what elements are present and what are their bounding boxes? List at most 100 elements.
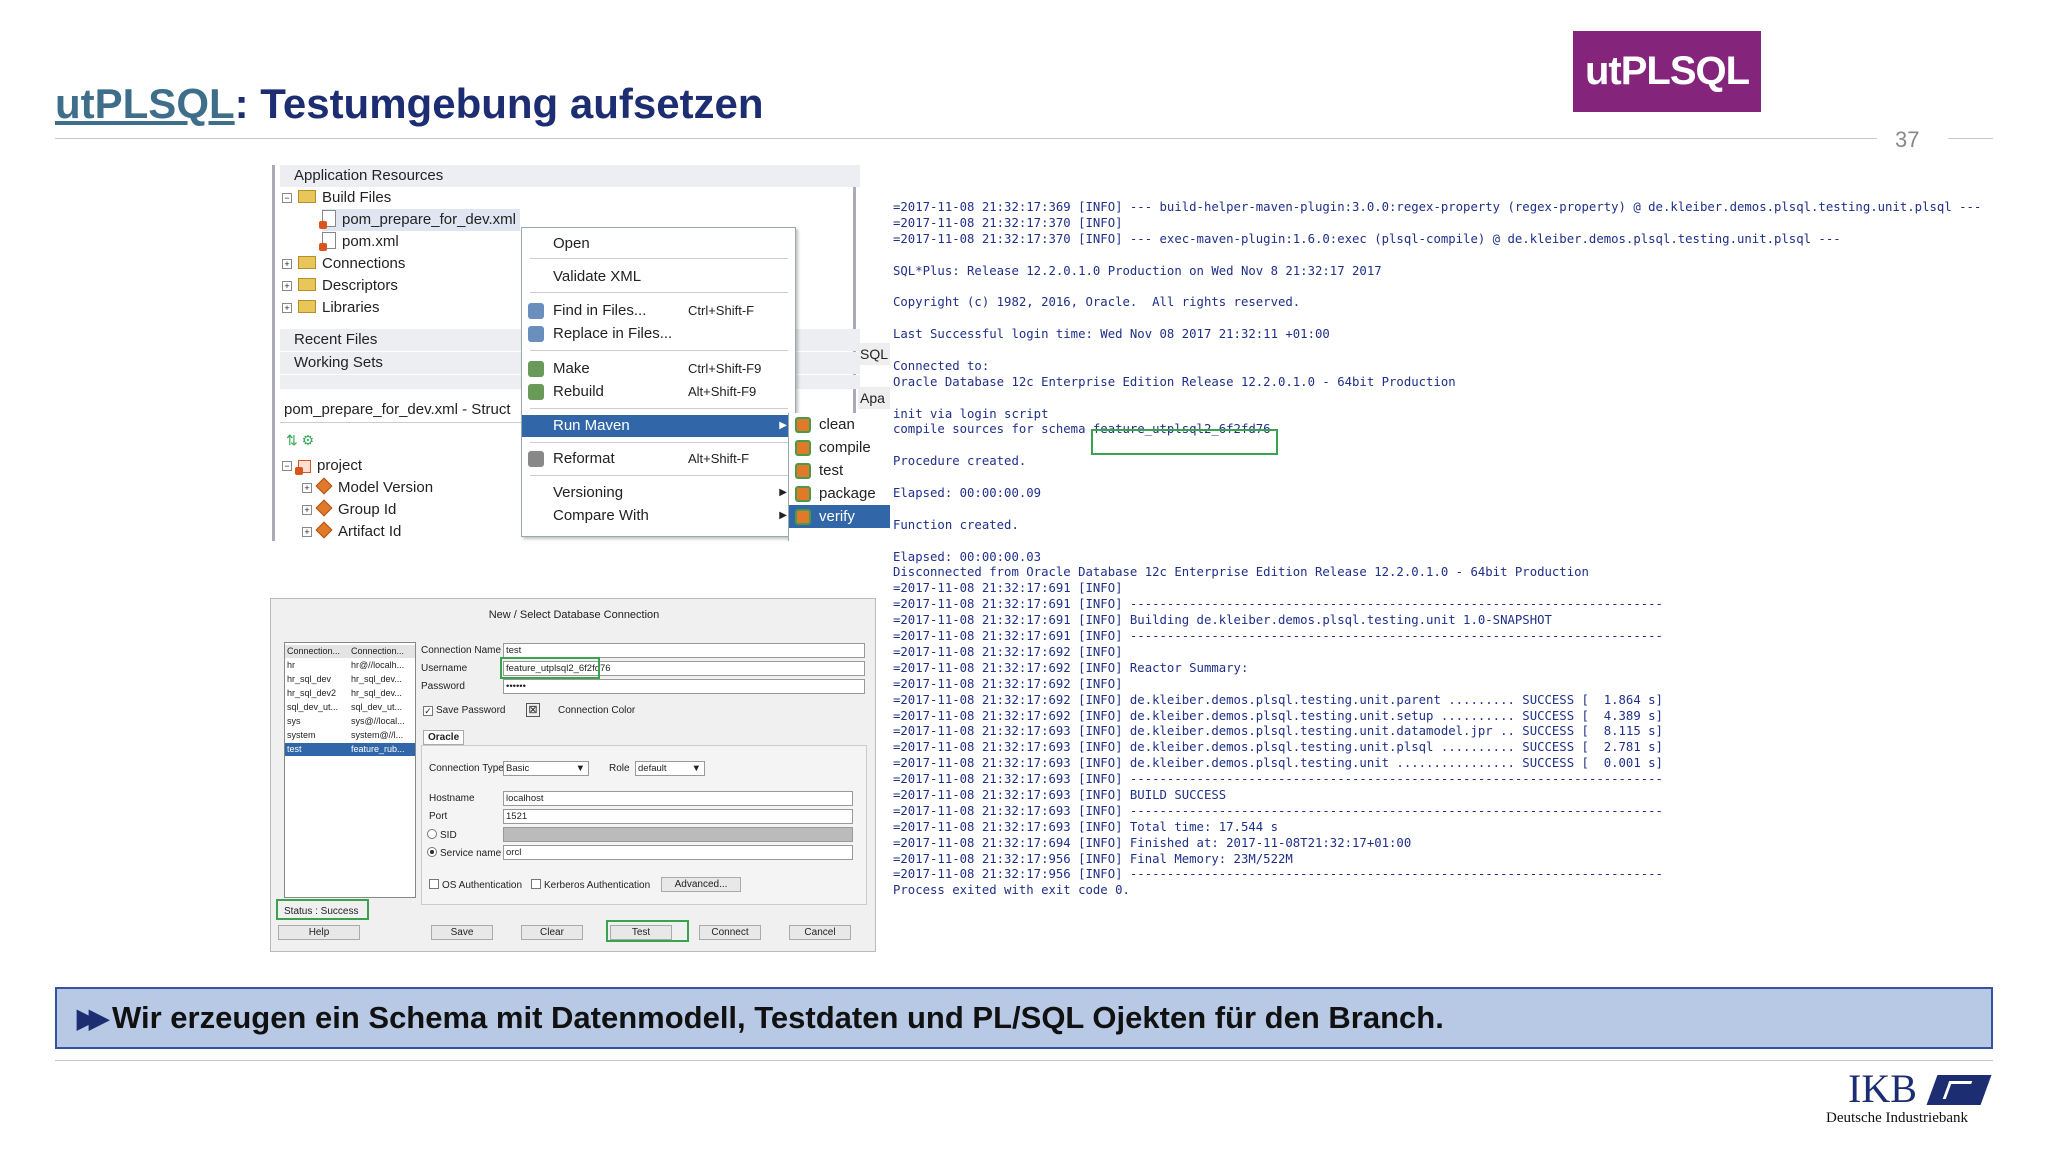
menu-reformat[interactable]: Reformat Alt+Shift-F	[522, 448, 795, 470]
app-resources-header[interactable]: Application Resources	[280, 165, 860, 187]
title-link[interactable]: utPLSQL	[55, 80, 235, 127]
build-files-label: Build Files	[322, 189, 392, 206]
service-input[interactable]: orcl	[503, 845, 853, 860]
tree-connections[interactable]: + Connections	[282, 253, 405, 275]
save-button[interactable]: Save	[431, 925, 493, 940]
cancel-button[interactable]: Cancel	[789, 925, 851, 940]
menu-rebuild[interactable]: Rebuild Alt+Shift-F9	[522, 381, 795, 403]
radio-icon[interactable]	[427, 829, 437, 839]
role-label: Role	[609, 763, 630, 774]
clear-button[interactable]: Clear	[521, 925, 583, 940]
menu-validate-label: Validate XML	[553, 268, 642, 285]
descriptors-label: Descriptors	[322, 277, 398, 294]
tree-artifact-id[interactable]: + Artifact Id	[302, 521, 401, 541]
connection-row-selected[interactable]: test feature_rub...	[285, 743, 415, 756]
maven-test[interactable]: test	[789, 459, 890, 482]
maven-clean[interactable]: clean	[789, 413, 890, 436]
conn-name-input[interactable]: test	[503, 643, 865, 658]
menu-validate-xml[interactable]: Validate XML	[522, 266, 795, 288]
checkbox-checked[interactable]: ✓	[423, 706, 433, 716]
console-line: =2017-11-08 21:32:17:691 [INFO] Building…	[893, 613, 1552, 628]
radio-selected-icon[interactable]	[427, 847, 437, 857]
group-id-label: Group Id	[338, 501, 397, 518]
connection-row[interactable]: sys sys@//local...	[285, 715, 415, 728]
menu-reformat-label: Reformat	[553, 450, 615, 467]
tab-oracle[interactable]: Oracle	[423, 730, 465, 745]
port-label: Port	[429, 811, 448, 822]
tab-sql[interactable]: SQL	[858, 343, 890, 365]
tree-group-id[interactable]: + Group Id	[302, 499, 396, 521]
hostname-input[interactable]: localhost	[503, 791, 853, 806]
tree-file-pom[interactable]: pom.xml	[319, 231, 399, 253]
maven-verify[interactable]: verify	[789, 505, 890, 528]
tree-file-selected[interactable]: pom_prepare_for_dev.xml	[319, 209, 520, 231]
connection-list: Connection... Connection... hr hr@//localh…	[284, 642, 416, 898]
connection-row[interactable]: hr hr@//localh...	[285, 659, 415, 672]
tree-descriptors[interactable]: + Descriptors	[282, 275, 398, 297]
menu-find-in-files[interactable]: Find in Files... Ctrl+Shift-F	[522, 300, 795, 322]
os-auth-option[interactable]: OS Authentication	[429, 879, 522, 891]
submenu-arrow-icon: ▶	[779, 420, 787, 431]
role-select[interactable]: default ▼	[635, 761, 705, 776]
connect-button[interactable]: Connect	[699, 925, 761, 940]
maven-goal-icon	[795, 486, 811, 502]
conn-details: feature_rub...	[351, 744, 405, 754]
tree-libraries[interactable]: + Libraries	[282, 297, 380, 319]
role-value: default	[638, 763, 667, 774]
color-picker-icon[interactable]: ⊠	[526, 703, 540, 717]
connection-row[interactable]: hr_sql_dev2 hr_sql_dev...	[285, 687, 415, 700]
conn-details: sql_dev_ut...	[351, 702, 403, 712]
maven-package[interactable]: package	[789, 482, 890, 505]
menu-separator	[530, 350, 788, 351]
help-button[interactable]: Help	[278, 925, 360, 940]
tree-build-files[interactable]: − Build Files	[282, 187, 391, 209]
console-line: compile sources for schema feature_utpls…	[893, 422, 1271, 437]
xml-file-icon	[319, 210, 336, 229]
menu-compare-with[interactable]: Compare With ▶	[522, 505, 795, 527]
console-line: =2017-11-08 21:32:17:693 [INFO] de.kleib…	[893, 724, 1663, 739]
connection-row[interactable]: system system@//l...	[285, 729, 415, 742]
expand-icon[interactable]: +	[302, 505, 312, 515]
tree-model-version[interactable]: + Model Version	[302, 477, 433, 499]
service-option[interactable]: Service name	[427, 847, 501, 859]
menu-open[interactable]: Open	[522, 233, 795, 255]
menu-run-maven[interactable]: Run Maven ▶	[522, 415, 795, 437]
collapse-icon[interactable]: −	[282, 461, 292, 471]
tree-project[interactable]: − project	[282, 455, 362, 477]
console-line: =2017-11-08 21:32:17:693 [INFO] de.kleib…	[893, 740, 1663, 755]
sid-input[interactable]	[503, 827, 853, 842]
maven-compile[interactable]: compile	[789, 436, 890, 459]
menu-replace-in-files[interactable]: Replace in Files...	[522, 323, 795, 345]
conn-type-value: Basic	[506, 763, 530, 774]
menu-rebuild-shortcut: Alt+Shift-F9	[688, 384, 757, 399]
checkbox[interactable]	[429, 879, 439, 889]
expand-icon[interactable]: +	[282, 259, 292, 269]
checkbox[interactable]	[531, 879, 541, 889]
tab-apa[interactable]: Apa	[858, 387, 890, 409]
kerberos-option[interactable]: Kerberos Authentication	[531, 879, 650, 891]
expand-icon[interactable]: +	[282, 281, 292, 291]
expand-icon[interactable]: +	[302, 483, 312, 493]
connection-row[interactable]: sql_dev_ut... sql_dev_ut...	[285, 701, 415, 714]
advanced-button[interactable]: Advanced...	[661, 877, 741, 892]
collapse-icon[interactable]: −	[282, 193, 292, 203]
list-col1[interactable]: Connection...	[287, 645, 340, 658]
sid-label: SID	[440, 830, 457, 841]
folder-icon	[298, 190, 316, 203]
console-line: =2017-11-08 21:32:17:692 [INFO]	[893, 644, 1123, 659]
menu-make[interactable]: Make Ctrl+Shift-F9	[522, 358, 795, 380]
sid-option[interactable]: SID	[427, 829, 457, 841]
port-input[interactable]: 1521	[503, 809, 853, 824]
expand-icon[interactable]: +	[282, 303, 292, 313]
password-input[interactable]: ••••••	[503, 679, 865, 694]
connection-row[interactable]: hr_sql_dev hr_sql_dev...	[285, 673, 415, 686]
menu-versioning[interactable]: Versioning ▶	[522, 482, 795, 504]
conn-type-select[interactable]: Basic ▼	[503, 761, 589, 776]
expand-icon[interactable]: +	[302, 527, 312, 537]
save-password-option[interactable]: ✓ Save Password	[423, 705, 505, 716]
console-line: Procedure created.	[893, 454, 1027, 469]
structure-toolbar-icons[interactable]: ⇅ ⚙	[286, 429, 314, 451]
hostname-label: Hostname	[429, 793, 475, 804]
list-col2[interactable]: Connection...	[351, 645, 404, 658]
